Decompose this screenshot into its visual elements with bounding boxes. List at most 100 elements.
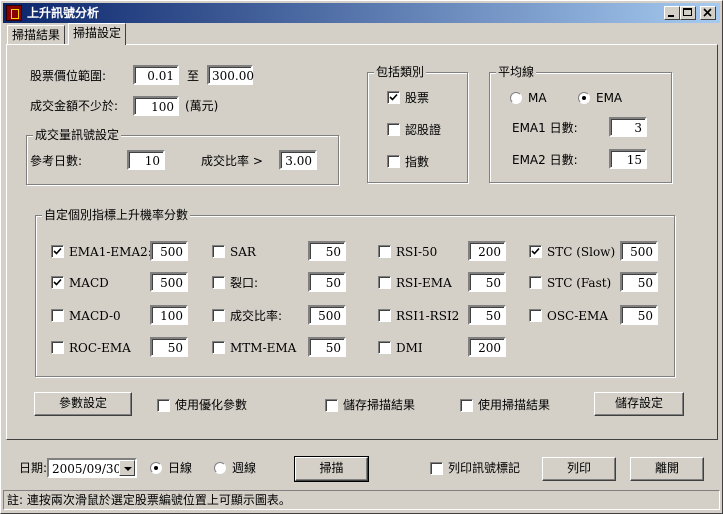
exit-button[interactable]: 離開 xyxy=(630,457,704,481)
roc-ema-score-input[interactable]: 50 xyxy=(150,337,188,357)
macd-score-input[interactable]: 500 xyxy=(150,272,188,292)
status-bar: 註: 連按兩次滑鼠於選定股票編號位置上可顯示圖表。 xyxy=(3,490,720,510)
date-select[interactable]: 2005/09/30 xyxy=(47,458,137,478)
print-button[interactable]: 列印 xyxy=(542,457,616,481)
use-scan-label[interactable]: 使用掃描結果 xyxy=(478,398,550,412)
use-optimized-label[interactable]: 使用優化參數 xyxy=(175,398,247,412)
ema1-ema2-label[interactable]: EMA1-EMA2: xyxy=(69,245,152,259)
rsi-50-score-input[interactable]: 200 xyxy=(468,241,506,261)
dmi-label[interactable]: DMI xyxy=(396,341,423,355)
moving-average-group: 平均線 MA EMA EMA1 日數: 3 EMA2 日數: 15 xyxy=(489,65,672,183)
stock-checkbox[interactable] xyxy=(387,91,400,104)
sar-score-input[interactable]: 50 xyxy=(308,241,346,261)
stc-fast-score-input[interactable]: 50 xyxy=(620,272,658,292)
weekly-radio[interactable] xyxy=(214,462,226,474)
ma-radio-label[interactable]: MA xyxy=(528,91,547,105)
print-marks-checkbox[interactable] xyxy=(430,462,443,475)
macd-checkbox[interactable] xyxy=(51,276,64,289)
rsi1-rsi2-score-input[interactable]: 50 xyxy=(468,305,506,325)
sar-label[interactable]: SAR xyxy=(230,245,256,259)
stc-fast-label[interactable]: STC (Fast) xyxy=(547,276,611,290)
volume-ratio-score-input[interactable]: 500 xyxy=(308,305,346,325)
roc-ema-checkbox[interactable] xyxy=(51,341,64,354)
mtm-ema-checkbox[interactable] xyxy=(212,341,225,354)
minimize-icon xyxy=(668,15,674,17)
roc-ema-label[interactable]: ROC-EMA xyxy=(69,341,131,355)
ratio-input[interactable]: 3.00 xyxy=(279,150,317,170)
ema1-days-input[interactable]: 3 xyxy=(609,117,647,137)
chevron-down-icon[interactable] xyxy=(119,460,135,476)
sar-checkbox[interactable] xyxy=(212,245,225,258)
osc-ema-checkbox[interactable] xyxy=(529,309,542,322)
price-min-input[interactable]: 0.01 xyxy=(133,65,179,85)
osc-ema-score-input[interactable]: 50 xyxy=(620,305,658,325)
macd-0-score-input[interactable]: 100 xyxy=(150,305,188,325)
stc-slow-label[interactable]: STC (Slow) xyxy=(547,245,615,259)
stc-fast-checkbox[interactable] xyxy=(529,276,542,289)
maximize-button[interactable] xyxy=(680,6,696,20)
rsi-50-label[interactable]: RSI-50 xyxy=(396,245,437,259)
save-settings-button[interactable]: 儲存設定 xyxy=(594,392,684,416)
ema-radio-label[interactable]: EMA xyxy=(596,91,622,105)
mtm-ema-label[interactable]: MTM-EMA xyxy=(230,341,296,355)
ema2-days-label: EMA2 日數: xyxy=(512,153,578,167)
daily-radio[interactable] xyxy=(150,462,162,474)
rsi1-rsi2-label[interactable]: RSI1-RSI2 xyxy=(396,309,459,323)
ref-days-label: 參考日數: xyxy=(30,154,83,168)
macd-label[interactable]: MACD xyxy=(69,276,109,290)
dmi-checkbox[interactable] xyxy=(378,341,391,354)
stc-slow-score-input[interactable]: 500 xyxy=(620,241,658,261)
ema-radio[interactable] xyxy=(578,92,590,104)
close-button[interactable] xyxy=(700,6,716,20)
amount-input[interactable]: 100 xyxy=(133,96,179,116)
index-checkbox[interactable] xyxy=(387,155,400,168)
volume-settings-group: 成交量訊號設定 參考日數: 10 成交比率 > 3.00 xyxy=(26,128,339,185)
volume-ratio-label[interactable]: 成交比率: xyxy=(230,309,282,323)
index-checkbox-label[interactable]: 指數 xyxy=(405,155,429,169)
ema2-days-input[interactable]: 15 xyxy=(609,149,647,169)
macd-0-checkbox[interactable] xyxy=(51,309,64,322)
ma-radio[interactable] xyxy=(510,92,522,104)
scan-button[interactable]: 掃描 xyxy=(294,456,369,482)
use-scan-checkbox[interactable] xyxy=(460,399,473,412)
weekly-radio-label[interactable]: 週線 xyxy=(232,461,256,475)
rsi-ema-label[interactable]: RSI-EMA xyxy=(396,276,452,290)
mtm-ema-score-input[interactable]: 50 xyxy=(308,337,346,357)
price-range-label: 股票價位範圍: xyxy=(30,69,107,83)
tab-scan-results[interactable]: 掃描結果 xyxy=(7,25,66,45)
rsi-ema-checkbox[interactable] xyxy=(378,276,391,289)
volume-ratio-checkbox[interactable] xyxy=(212,309,225,322)
category-group: 包括類別 股票 認股證 指數 xyxy=(367,65,468,183)
warrant-checkbox[interactable] xyxy=(387,123,400,136)
parameter-settings-button[interactable]: 參數設定 xyxy=(34,392,132,416)
save-scan-label[interactable]: 儲存掃描結果 xyxy=(343,398,415,412)
gap-label[interactable]: 裂口: xyxy=(230,276,258,290)
save-scan-checkbox[interactable] xyxy=(325,399,338,412)
price-max-input[interactable]: 300.00 xyxy=(207,65,254,85)
minimize-button[interactable] xyxy=(664,6,680,20)
osc-ema-label[interactable]: OSC-EMA xyxy=(547,309,608,323)
daily-radio-label[interactable]: 日線 xyxy=(168,461,192,475)
dmi-score-input[interactable]: 200 xyxy=(468,337,506,357)
warrant-checkbox-label[interactable]: 認股證 xyxy=(405,123,441,137)
to-label: 至 xyxy=(187,69,200,83)
macd-0-label[interactable]: MACD-0 xyxy=(69,309,121,323)
gap-checkbox[interactable] xyxy=(212,276,225,289)
stc-slow-checkbox[interactable] xyxy=(529,245,542,258)
date-label: 日期: xyxy=(19,461,48,475)
print-marks-label[interactable]: 列印訊號標記 xyxy=(448,461,520,475)
gap-score-input[interactable]: 50 xyxy=(308,272,346,292)
check-icon xyxy=(531,247,540,255)
check-icon xyxy=(53,247,62,255)
use-optimized-checkbox[interactable] xyxy=(157,399,170,412)
rsi1-rsi2-checkbox[interactable] xyxy=(378,309,391,322)
rsi-50-checkbox[interactable] xyxy=(378,245,391,258)
ema1-days-label: EMA1 日數: xyxy=(512,121,578,135)
ref-days-input[interactable]: 10 xyxy=(127,150,165,170)
rsi-ema-score-input[interactable]: 50 xyxy=(468,272,506,292)
tab-scan-settings[interactable]: 掃描設定 xyxy=(68,23,127,45)
date-value: 2005/09/30 xyxy=(52,462,122,476)
ema1-ema2-score-input[interactable]: 500 xyxy=(150,241,188,261)
stock-checkbox-label[interactable]: 股票 xyxy=(405,91,429,105)
ema1-ema2-checkbox[interactable] xyxy=(51,245,64,258)
